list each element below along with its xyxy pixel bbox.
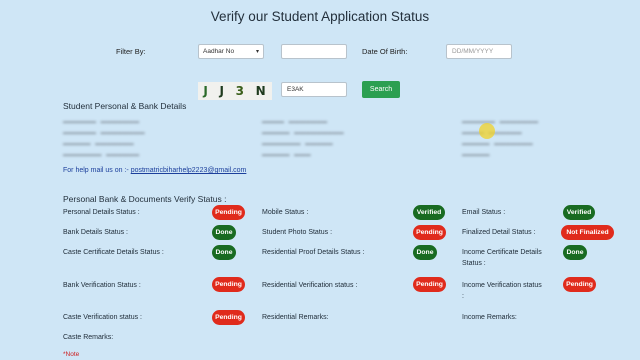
blurred-field: ▬▬▬▬▬ ▬▬▬▬▬▬▬▬▬ — [262, 130, 344, 136]
help-email-link[interactable]: postmatricbiharhelp2223@gmail.com — [131, 167, 247, 174]
residential-verification-status-badge: Pending — [413, 277, 446, 292]
caste-verification-status-label: Caste Verification status : — [63, 314, 142, 321]
filter-select[interactable]: Aadhar No ▾ — [198, 44, 264, 59]
caste-verification-status-badge: Pending — [212, 310, 245, 325]
verify-status-heading: Personal Bank & Documents Verify Status … — [63, 194, 227, 204]
blurred-field: ▬▬▬▬▬ ▬▬▬▬▬▬▬ — [462, 141, 533, 147]
search-button[interactable]: Search — [362, 81, 400, 98]
bank-verification-status-label: Bank Verification Status : — [63, 282, 141, 289]
help-prefix: For help mail us on :- — [63, 167, 129, 174]
help-text: For help mail us on :- postmatricbiharhe… — [63, 167, 246, 174]
filter-by-label: Filter By: — [116, 47, 146, 56]
blurred-field: ▬▬▬▬▬ ▬▬▬ — [262, 152, 311, 158]
blurred-field: ▬▬▬▬ ▬▬▬▬▬▬▬ — [262, 119, 328, 125]
income-certificate-status-badge: Done — [563, 245, 587, 260]
blurred-field: ▬▬▬▬▬▬ ▬▬▬▬▬▬▬ — [63, 119, 140, 125]
page-title: Verify our Student Application Status — [210, 9, 430, 24]
caste-certificate-status-badge: Done — [212, 245, 236, 260]
blurred-field: ▬▬▬▬▬▬ ▬▬▬▬▬▬▬ — [462, 119, 539, 125]
blurred-field: ▬▬▬▬▬▬ ▬▬▬▬▬▬▬▬ — [63, 130, 145, 136]
student-photo-status-label: Student Photo Status : — [262, 229, 333, 236]
residential-verification-status-label: Residential Verification status : — [262, 282, 358, 289]
finalized-detail-status-badge: Not Finalized — [561, 225, 614, 240]
dob-label: Date Of Birth: — [362, 47, 408, 56]
blurred-field: ▬▬▬▬▬▬▬ ▬▬▬▬▬ — [262, 141, 333, 147]
residential-remarks-label: Residential Remarks: — [262, 314, 329, 321]
income-certificate-status-label: Income Certificate Details Status : — [462, 249, 542, 267]
income-remarks-label: Income Remarks: — [462, 314, 517, 321]
note-label: *Note — [63, 351, 80, 358]
bank-details-status-label: Bank Details Status : — [63, 229, 128, 236]
cursor-highlight-icon — [479, 123, 495, 139]
student-photo-status-badge: Pending — [413, 225, 446, 240]
finalized-detail-status-label: Finalized Detail Status : — [462, 229, 536, 236]
dob-input[interactable]: DD/MM/YYYY — [446, 44, 512, 59]
personal-details-status-label: Personal Details Status : — [63, 209, 140, 216]
income-verification-status-label: Income Verification status : — [462, 282, 542, 300]
filter-value-input[interactable] — [281, 44, 347, 59]
email-status-label: Email Status : — [462, 209, 506, 216]
captcha-image: JJ3N — [198, 82, 272, 100]
caste-certificate-status-label: Caste Certificate Details Status : — [63, 249, 164, 256]
residential-proof-status-badge: Done — [413, 245, 437, 260]
personal-details-heading: Student Personal & Bank Details — [63, 101, 187, 111]
filter-select-value: Aadhar No — [203, 48, 235, 55]
captcha-input[interactable]: E3AK — [281, 82, 347, 97]
mobile-status-label: Mobile Status : — [262, 209, 309, 216]
blurred-field: ▬▬▬▬▬ — [462, 152, 490, 158]
mobile-status-badge: Verified — [413, 205, 445, 220]
blurred-field: ▬▬▬▬▬ ▬▬▬▬▬▬▬ — [63, 141, 134, 147]
caste-remarks-label: Caste Remarks: — [63, 334, 114, 341]
personal-details-status-badge: Pending — [212, 205, 245, 220]
bank-verification-status-badge: Pending — [212, 277, 245, 292]
chevron-down-icon: ▾ — [255, 49, 259, 55]
bank-details-status-badge: Done — [212, 225, 236, 240]
email-status-badge: Verified — [563, 205, 595, 220]
income-verification-status-badge: Pending — [563, 277, 596, 292]
blurred-field: ▬▬▬▬▬▬▬ ▬▬▬▬▬▬ — [63, 152, 140, 158]
residential-proof-status-label: Residential Proof Details Status : — [262, 249, 365, 256]
